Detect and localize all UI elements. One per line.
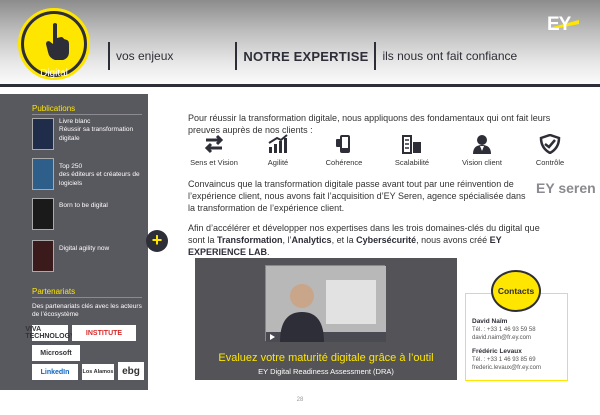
nav-ils-nous-ont-fait-confiance[interactable]: ils nous ont fait confiance (376, 43, 523, 69)
phone-icon (336, 135, 350, 153)
contact-name: Frédéric Levaux (472, 348, 522, 355)
more-publications-button[interactable]: + (146, 230, 168, 252)
building-icon (402, 135, 421, 154)
contact-name: David Naïm (472, 318, 508, 325)
contacts-title: Contacts (491, 270, 541, 312)
pointing-hand-icon (46, 23, 69, 60)
digital-label: Digital (40, 68, 68, 79)
fundamental-coherence: Cohérence (312, 134, 376, 167)
publications-divider (32, 114, 142, 115)
shield-icon (539, 134, 561, 154)
partner-logo-microsoft[interactable]: Microsoft (32, 345, 80, 361)
ey-brand: EY (547, 14, 571, 35)
para2-text: , nous avons créé (416, 235, 490, 246)
digital-badge[interactable]: Digital (18, 8, 90, 80)
contact-phone[interactable]: Tél. : +33 1 46 93 85 69 (472, 357, 536, 363)
publication-livre-blanc[interactable]: Livre blanc Réussir sa transformation di… (59, 118, 145, 143)
video-subtitle: EY Digital Readiness Assessment (DRA) (258, 367, 394, 376)
nav-notre-expertise[interactable]: NOTRE EXPERTISE (237, 43, 374, 69)
partner-logo-institute[interactable]: INSTITUTE (72, 325, 136, 341)
user-icon (473, 135, 491, 154)
intro-text: Pour réussir la transformation digitale,… (188, 113, 551, 136)
fundamental-label: Vision client (462, 158, 502, 167)
publication-thumb-top-250[interactable] (32, 158, 54, 190)
partner-logo-ebg[interactable]: ebg (118, 362, 144, 380)
publication-thumb-born-digital[interactable] (32, 198, 54, 230)
video-panel: Evaluez votre maturité digitale grâce à … (195, 258, 457, 380)
publication-digital-agility[interactable]: Digital agility now (59, 245, 145, 253)
video-thumbnail (266, 266, 386, 342)
contact-email[interactable]: frederic.levaux@fr.ey.com (472, 365, 541, 371)
fundamental-label: Contrôle (535, 158, 565, 167)
header-divider (0, 84, 600, 87)
partners-text: Des partenariats clés avec les acteurs d… (32, 303, 142, 319)
video-player[interactable] (265, 265, 386, 342)
partners-title: Partenariats (32, 287, 76, 296)
chart-up-icon (268, 134, 288, 153)
page-number: 28 (296, 397, 304, 403)
experience-lab-paragraph: Afin d’accélérer et développer nos exper… (188, 222, 558, 258)
fundamental-controle: Contrôle (518, 134, 582, 167)
publication-thumb-livre-blanc[interactable] (32, 118, 54, 150)
para2-transformation: Transformation (217, 235, 283, 246)
partner-logo-linkedin[interactable]: LinkedIn (32, 364, 78, 380)
para2-text: . (267, 247, 270, 258)
publication-born-digital[interactable]: Born to be digital (59, 202, 145, 210)
fundamental-agilite: Agilité (246, 134, 310, 167)
fundamental-sens-vision: Sens et Vision (182, 134, 246, 167)
para2-text: , l’ (282, 235, 292, 246)
partners-divider (32, 297, 142, 298)
fundamental-vision-client: Vision client (450, 134, 514, 167)
para2-text: , et la (331, 235, 357, 246)
fundamentals-row: Sens et Vision Agilité Cohérence Scalabi… (182, 134, 572, 174)
fundamental-label: Cohérence (325, 158, 363, 167)
para2-cybersecurite: Cybersécurité (356, 235, 417, 246)
nav-vos-enjeux[interactable]: vos enjeux (110, 43, 179, 69)
nav-bar: vos enjeux NOTRE EXPERTISE ils nous ont … (108, 42, 523, 70)
partner-logo-vivatech[interactable]: VIVA TECHNOLOGY (25, 325, 75, 341)
publication-thumb-digital-agility[interactable] (32, 240, 54, 272)
partner-logo-los-alamos[interactable]: Los Alamos (82, 364, 114, 380)
ey-seren-logo: EY seren (536, 180, 596, 196)
digital-badge-inner (24, 14, 84, 74)
ey-seren-paragraph: Convaincus que la transformation digital… (188, 179, 526, 214)
video-title: Evaluez votre maturité digitale grâce à … (218, 352, 434, 364)
fundamental-label: Agilité (267, 158, 289, 167)
contact-email[interactable]: david.naim@fr.ey.com (472, 335, 531, 341)
fundamental-scalabilite: Scalabilité (380, 134, 444, 167)
fundamental-label: Sens et Vision (190, 158, 238, 167)
publication-top-250[interactable]: Top 250 des éditeurs et créateurs de log… (59, 163, 145, 188)
para2-analytics: Analytics (291, 235, 332, 246)
contact-phone[interactable]: Tél. : +33 1 46 93 59 58 (472, 327, 536, 333)
arrows-icon (204, 134, 224, 154)
fundamental-label: Scalabilité (394, 158, 430, 167)
publications-title: Publications (32, 104, 76, 113)
